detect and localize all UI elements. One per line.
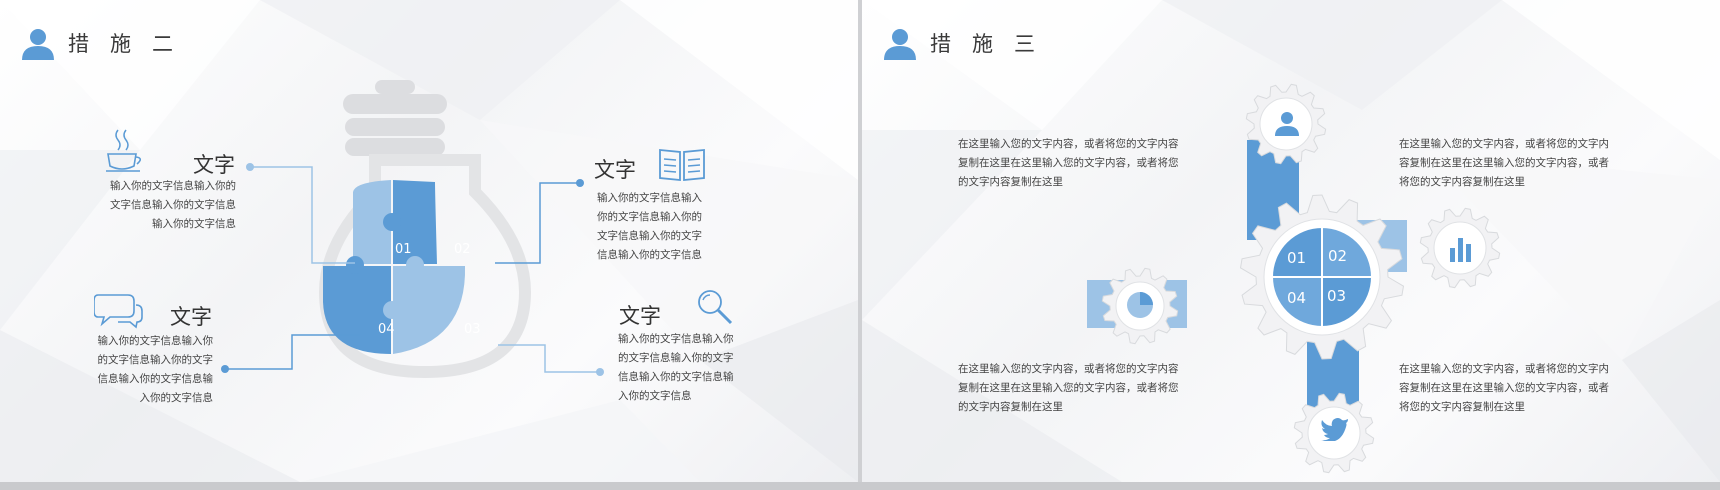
text-line: 输入你的文字信息输入 [597, 192, 702, 204]
item-text: 输入你的文字信息输入你 的文字信息输入你的文字 信息输入你的文字信息输 入你的文… [98, 332, 214, 408]
gear-label-04: 04 [1287, 289, 1307, 307]
gears-layer [1101, 83, 1501, 474]
open-book-icon [659, 149, 705, 181]
text-line: 信息输入你的文字信息输 [618, 371, 734, 383]
text-line: 入你的文字信息 [618, 390, 692, 402]
item-heading: 文字 [193, 153, 235, 177]
text-line: 输入你的文字信息 [152, 218, 236, 230]
slide-measure-three: 措 施 三 在这里输入您的文字内容，或者将您的文字内容 复制在这里在这里输入您的… [862, 0, 1720, 482]
text-line: 输入你的文字信息输入你 [97, 335, 214, 347]
speech-bubbles-icon [94, 294, 143, 329]
text-line: 信息输入你的文字信息 [597, 249, 702, 261]
bottom-strip [0, 482, 1720, 490]
text-line: 的文字信息输入你的文字 [618, 352, 734, 364]
item-text: 输入你的文字信息输入 你的文字信息输入你的 文字信息输入你的文字 信息输入你的文… [597, 189, 702, 265]
text-line: 入你的文字信息 [139, 392, 214, 404]
gear-label-01: 01 [1287, 249, 1307, 267]
slide-measure-two: 措 施 二 01 02 04 03 文字 输入你的文字信息输入你的 文字信息输入… [0, 0, 858, 482]
text-line: 你的文字信息输入你的 [597, 211, 702, 223]
twitter-bird-icon [1321, 418, 1348, 441]
item-heading: 文字 [170, 305, 212, 329]
text-line: 输入你的文字信息输入你的 [110, 180, 236, 192]
item-heading: 文字 [619, 304, 661, 328]
item-text: 输入你的文字信息输入你的 文字信息输入你的文字信息 输入你的文字信息 [110, 177, 236, 234]
gear-label-02: 02 [1328, 247, 1348, 265]
item-heading: 文字 [594, 158, 636, 182]
text-line: 文字信息输入你的文字信息 [110, 199, 236, 211]
pie-chart-icon [1127, 292, 1153, 318]
user-group-icon [1275, 112, 1299, 136]
gear-label-03: 03 [1327, 287, 1347, 305]
text-line: 信息输入你的文字信息输 [97, 373, 214, 385]
text-line: 的文字信息输入你的文字 [97, 354, 214, 366]
text-line: 文字信息输入你的文字 [597, 230, 702, 242]
connector-lines [221, 163, 604, 376]
text-line: 输入你的文字信息输入你 [618, 333, 734, 345]
coffee-cup-icon [106, 129, 142, 172]
item-text: 输入你的文字信息输入你 的文字信息输入你的文字 信息输入你的文字信息输 入你的文… [618, 330, 734, 406]
bar-chart-icon [1450, 238, 1471, 262]
magnifier-icon [698, 290, 733, 325]
